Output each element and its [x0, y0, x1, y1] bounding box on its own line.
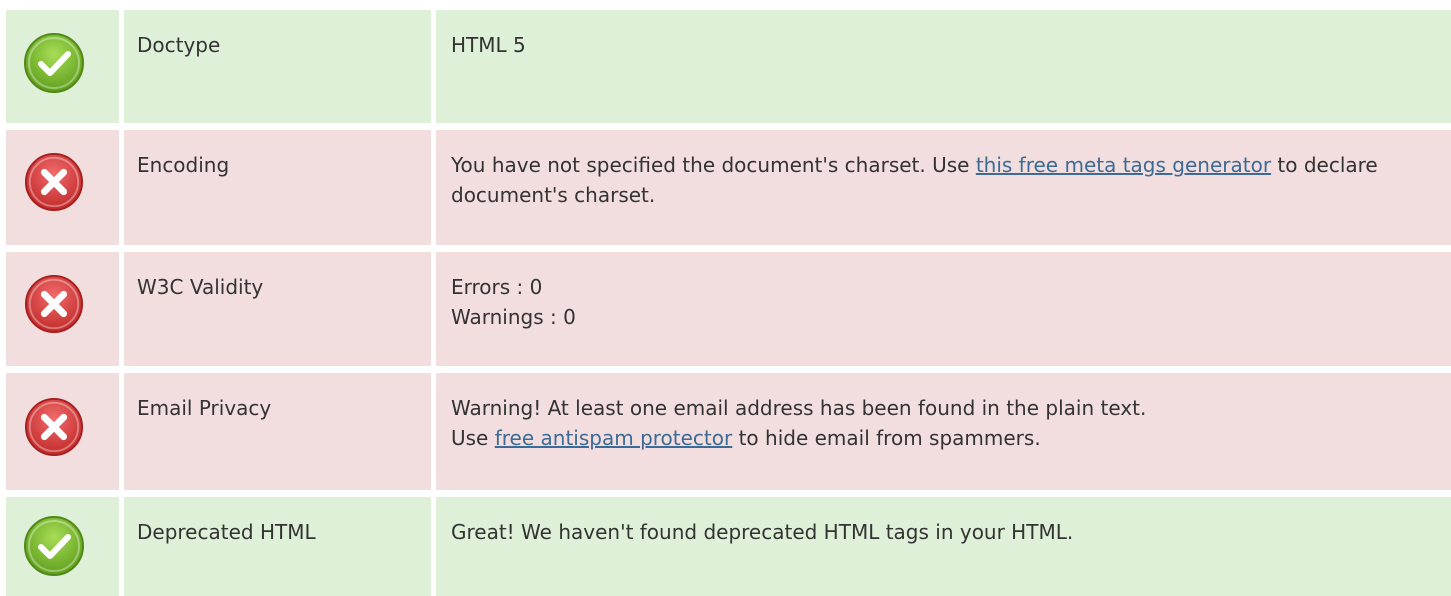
check-circle-icon	[23, 32, 85, 94]
check-label: W3C Validity	[124, 252, 436, 366]
antispam-protector-link[interactable]: free antispam protector	[495, 426, 733, 450]
check-result: Errors : 0 Warnings : 0	[436, 252, 1451, 366]
status-cell	[6, 10, 124, 123]
check-circle-icon	[23, 515, 85, 577]
result-text: Use	[451, 426, 495, 450]
row-deprecated-html: Deprecated HTML Great! We haven't found …	[6, 497, 1451, 596]
check-result: You have not specified the document's ch…	[436, 130, 1451, 245]
seo-report-table: Doctype HTML 5 Encoding You have not spe…	[0, 0, 1451, 596]
check-label: Encoding	[124, 130, 436, 245]
check-result: Great! We haven't found deprecated HTML …	[436, 497, 1451, 596]
row-doctype: Doctype HTML 5	[6, 10, 1451, 123]
check-label: Email Privacy	[124, 373, 436, 490]
row-email-privacy: Email Privacy Warning! At least one emai…	[6, 373, 1451, 490]
status-cell	[6, 130, 124, 245]
check-result: Warning! At least one email address has …	[436, 373, 1451, 490]
check-label: Deprecated HTML	[124, 497, 436, 596]
status-cell	[6, 497, 124, 596]
result-text: Warning! At least one email address has …	[451, 396, 1147, 420]
row-w3c-validity: W3C Validity Errors : 0 Warnings : 0	[6, 252, 1451, 366]
result-text: You have not specified the document's ch…	[451, 153, 976, 177]
x-circle-icon	[24, 152, 86, 214]
status-cell	[6, 252, 124, 366]
errors-count: Errors : 0	[451, 275, 543, 299]
result-text: Great! We haven't found deprecated HTML …	[451, 520, 1074, 544]
x-circle-icon	[24, 274, 86, 336]
row-encoding: Encoding You have not specified the docu…	[6, 130, 1451, 245]
result-text: to hide email from spammers.	[732, 426, 1041, 450]
status-cell	[6, 373, 124, 490]
check-label: Doctype	[124, 10, 436, 123]
result-text-line2: Use free antispam protector to hide emai…	[451, 423, 1439, 453]
warnings-count: Warnings : 0	[451, 305, 576, 329]
x-circle-icon	[24, 397, 86, 459]
result-text: HTML 5	[451, 33, 526, 57]
check-result: HTML 5	[436, 10, 1451, 123]
meta-tags-generator-link[interactable]: this free meta tags generator	[976, 153, 1271, 177]
